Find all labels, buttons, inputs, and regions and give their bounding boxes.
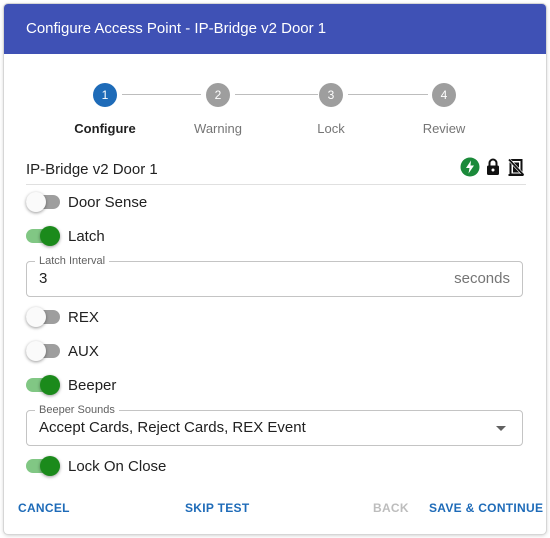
aux-row: AUX [26,339,99,363]
rex-label: REX [68,308,99,326]
dialog-title: Configure Access Point - IP-Bridge v2 Do… [4,4,546,54]
step-connector [235,94,318,95]
beeper-sounds-value: Accept Cards, Reject Cards, REX Event [39,419,306,436]
latch-interval-unit: seconds [454,270,510,287]
lock-on-close-toggle[interactable] [26,456,60,476]
step-3-circle[interactable]: 3 [319,83,343,107]
power-bolt-icon [460,157,480,182]
step-2-circle[interactable]: 2 [206,83,230,107]
aux-toggle[interactable] [26,341,60,361]
latch-toggle[interactable] [26,226,60,246]
step-connector [348,94,428,95]
door-sense-toggle[interactable] [26,192,60,212]
beeper-sounds-select[interactable]: Beeper Sounds Accept Cards, Reject Cards… [26,404,523,446]
cancel-button[interactable]: CANCEL [18,501,70,515]
rex-row: REX [26,305,99,329]
divider [26,184,526,185]
step-3-label: Lock [317,121,345,136]
latch-interval-input[interactable]: 3 [39,262,47,296]
step-1-circle[interactable]: 1 [93,83,117,107]
door-sense-label: Door Sense [68,193,148,211]
rex-toggle[interactable] [26,307,60,327]
door-sensor-off-icon [506,157,526,182]
door-status-icons [460,157,526,182]
lock-on-close-row: Lock On Close [26,454,166,478]
latch-row: Latch [26,224,105,248]
beeper-row: Beeper [26,373,116,397]
lock-icon [483,157,503,182]
step-4-label: Review [422,121,466,136]
aux-label: AUX [68,342,99,360]
latch-label: Latch [68,227,105,245]
step-4-circle[interactable]: 4 [432,83,456,107]
door-name: IP-Bridge v2 Door 1 [26,161,158,178]
save-and-continue-button[interactable]: SAVE & CONTINUE [429,501,543,515]
beeper-toggle[interactable] [26,375,60,395]
lock-on-close-label: Lock On Close [68,457,167,475]
configure-access-point-dialog: Configure Access Point - IP-Bridge v2 Do… [4,4,546,534]
beeper-label: Beeper [68,376,117,394]
back-button[interactable]: BACK [373,501,409,515]
step-connector [122,94,201,95]
step-2-label: Warning [194,121,242,136]
dropdown-arrow-icon[interactable] [496,426,506,431]
skip-test-button[interactable]: SKIP TEST [185,501,250,515]
door-sense-row: Door Sense [26,190,147,214]
step-1-label: Configure [74,121,136,136]
latch-interval-field[interactable]: Latch Interval 3 seconds [26,255,523,297]
